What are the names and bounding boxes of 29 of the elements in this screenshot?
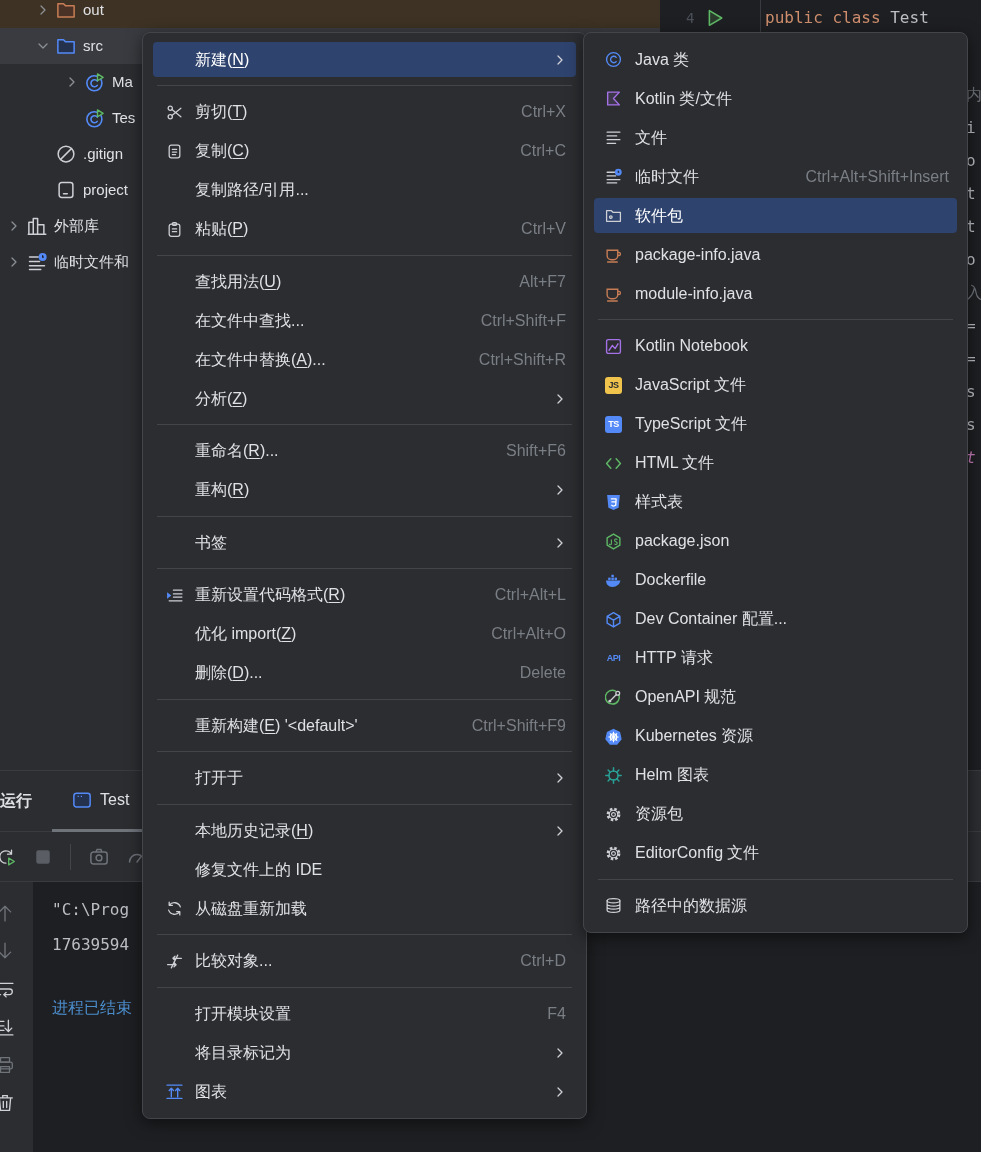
shortcut-label: Ctrl+C (520, 141, 566, 161)
code-fragment: t (966, 216, 976, 238)
shortcut-label: Ctrl+Alt+L (494, 585, 566, 605)
console-line: "C:\Prog (52, 899, 130, 921)
javascript-icon: JS (605, 376, 622, 394)
shortcut-label: Ctrl+Alt+O (491, 624, 566, 644)
panel-title: 运行 (0, 791, 32, 811)
api-icon: API (605, 649, 622, 667)
shortcut-label: Ctrl+Shift+F9 (471, 715, 566, 736)
code-fragment: s (966, 381, 976, 403)
code-fragment: t (966, 183, 976, 205)
code-fragment: s (966, 414, 976, 436)
shortcut-label: F4 (547, 1003, 566, 1024)
shortcut-label: Alt+F7 (519, 271, 566, 292)
shortcut-label: Ctrl+Shift+R (478, 349, 566, 370)
shortcut-label: Ctrl+Shift+F (480, 310, 566, 331)
shortcut-label: Ctrl+Alt+Shift+Insert (805, 166, 949, 187)
code-fragment: t (966, 447, 976, 469)
shortcut-label: Ctrl+X (521, 102, 566, 122)
shortcut-label: Shift+F6 (505, 441, 566, 461)
shortcut-label: Ctrl+V (521, 219, 566, 239)
typescript-icon: TS (605, 415, 622, 433)
shortcut-label: Delete (519, 663, 566, 683)
console-line: 17639594 (52, 934, 130, 956)
code-fragment: i (966, 117, 976, 139)
console-line: 进程已结束 (52, 997, 132, 1019)
code-fragment: 入 (966, 282, 981, 304)
code-line: public class Test (765, 7, 929, 29)
shortcut-label: Ctrl+D (520, 951, 566, 971)
